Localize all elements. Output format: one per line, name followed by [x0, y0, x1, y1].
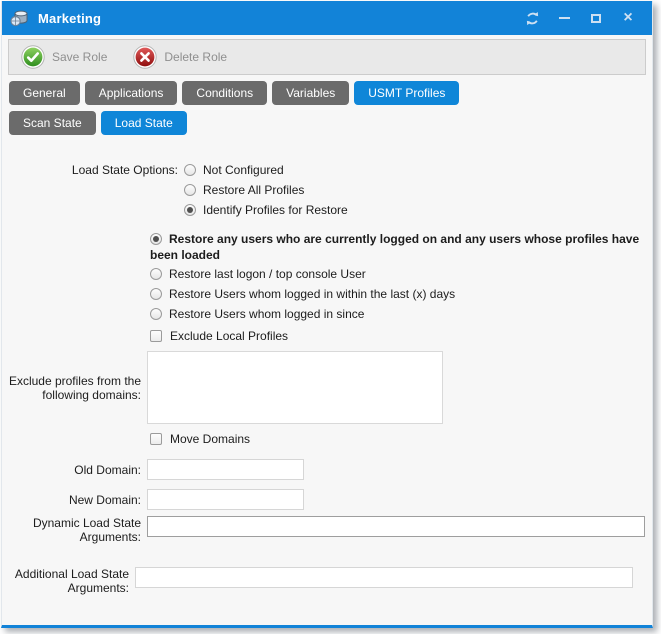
marketing-window: Marketing ×: [1, 1, 653, 628]
exclude-domains-label: Exclude profiles from the following doma…: [2, 374, 147, 402]
new-domain-input[interactable]: [147, 489, 304, 510]
app-icon: [10, 9, 30, 27]
titlebar: Marketing ×: [2, 1, 652, 35]
radio-option-identify-profiles[interactable]: Identify Profiles for Restore: [184, 202, 348, 219]
exclude-domains-textarea[interactable]: [147, 351, 443, 424]
tab-load-state[interactable]: Load State: [101, 111, 187, 135]
primary-options-group: Not Configured Restore All Profiles Iden…: [184, 162, 348, 222]
tab-applications[interactable]: Applications: [85, 81, 178, 105]
radio-option-not-configured[interactable]: Not Configured: [184, 162, 348, 179]
save-role-icon: [21, 45, 45, 69]
option-label: Not Configured: [203, 163, 284, 177]
delete-role-icon: [133, 45, 157, 69]
refresh-icon: [525, 11, 540, 26]
checkbox-label: Exclude Local Profiles: [170, 329, 288, 343]
minimize-icon: [559, 17, 570, 19]
load-state-options-label: Load State Options:: [2, 162, 184, 222]
minimize-button[interactable]: [548, 5, 580, 31]
delete-role-label: Delete Role: [164, 50, 227, 64]
sub-tab-bar: Scan State Load State: [9, 111, 652, 135]
load-state-form: Load State Options: Not Configured Resto…: [2, 162, 652, 595]
dynamic-load-state-arguments-label: Dynamic Load State Arguments:: [2, 516, 147, 544]
option-label: Restore any users who are currently logg…: [150, 232, 639, 262]
radio-icon[interactable]: [184, 204, 196, 216]
option-label: Restore All Profiles: [203, 183, 304, 197]
option-label: Restore Users whom logged in since: [169, 307, 364, 321]
refresh-button[interactable]: [516, 5, 548, 31]
radio-icon[interactable]: [184, 184, 196, 196]
window-title: Marketing: [38, 11, 101, 26]
radio-option-last-logon[interactable]: Restore last logon / top console User: [150, 266, 644, 283]
exclude-local-profiles-checkbox-row[interactable]: Exclude Local Profiles: [150, 328, 652, 345]
close-icon: ×: [623, 10, 632, 26]
option-label: Restore last logon / top console User: [169, 267, 366, 281]
additional-load-state-arguments-label: Additional Load State Arguments:: [2, 567, 135, 595]
checkbox-icon[interactable]: [150, 433, 162, 445]
delete-role-button[interactable]: Delete Role: [133, 45, 227, 69]
radio-icon[interactable]: [150, 268, 162, 280]
old-domain-input[interactable]: [147, 459, 304, 480]
radio-icon[interactable]: [150, 233, 162, 245]
save-role-button[interactable]: Save Role: [21, 45, 107, 69]
tab-general[interactable]: General: [9, 81, 80, 105]
tab-scan-state[interactable]: Scan State: [9, 111, 96, 135]
maximize-button[interactable]: [580, 5, 612, 31]
radio-option-last-x-days[interactable]: Restore Users whom logged in within the …: [150, 286, 644, 303]
toolbar: Save Role Delete Role: [8, 39, 646, 75]
main-tab-bar: General Applications Conditions Variable…: [9, 81, 652, 105]
radio-icon[interactable]: [150, 288, 162, 300]
additional-load-state-arguments-input[interactable]: [135, 567, 633, 588]
tab-usmt-profiles[interactable]: USMT Profiles: [354, 81, 459, 105]
move-domains-checkbox-row[interactable]: Move Domains: [150, 431, 652, 448]
tab-variables[interactable]: Variables: [272, 81, 349, 105]
radio-option-logged-in-since[interactable]: Restore Users whom logged in since: [150, 306, 644, 323]
radio-icon[interactable]: [150, 308, 162, 320]
radio-option-restore-logged-on[interactable]: Restore any users who are currently logg…: [150, 231, 644, 263]
checkbox-label: Move Domains: [170, 432, 250, 446]
save-role-label: Save Role: [52, 50, 107, 64]
maximize-icon: [591, 14, 601, 23]
old-domain-label: Old Domain:: [2, 463, 147, 477]
tab-conditions[interactable]: Conditions: [182, 81, 267, 105]
new-domain-label: New Domain:: [2, 493, 147, 507]
checkbox-icon[interactable]: [150, 330, 162, 342]
option-label: Restore Users whom logged in within the …: [169, 287, 455, 301]
radio-option-restore-all-profiles[interactable]: Restore All Profiles: [184, 182, 348, 199]
option-label: Identify Profiles for Restore: [203, 203, 348, 217]
dynamic-load-state-arguments-input[interactable]: [147, 516, 645, 537]
restore-options-group: Restore any users who are currently logg…: [150, 231, 644, 323]
radio-icon[interactable]: [184, 164, 196, 176]
close-button[interactable]: ×: [612, 5, 644, 31]
